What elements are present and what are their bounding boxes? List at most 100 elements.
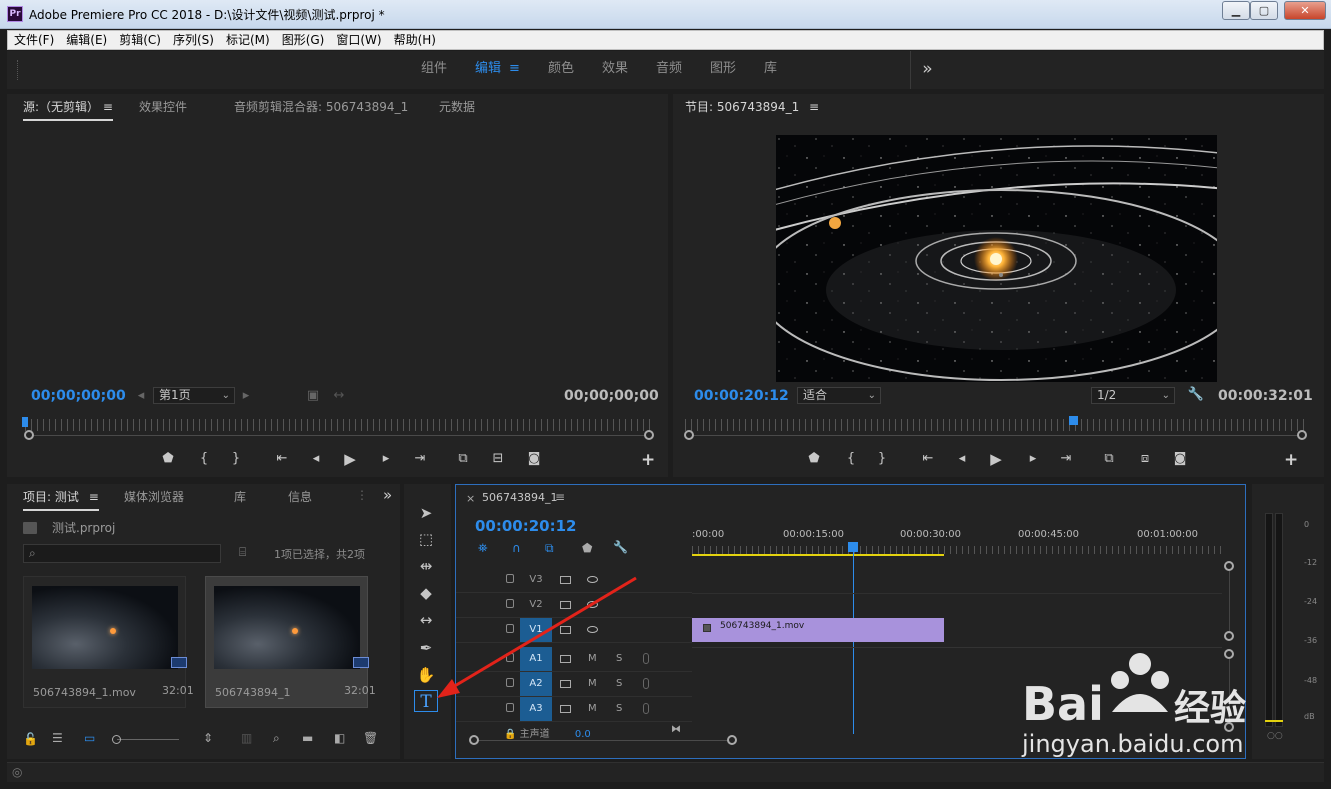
lift-icon[interactable]: ⧉ bbox=[1099, 451, 1119, 466]
eye-icon[interactable] bbox=[587, 601, 598, 608]
microphone-icon[interactable] bbox=[643, 653, 649, 664]
workspace-tab-audio[interactable]: 音频 bbox=[642, 51, 696, 89]
hamburger-menu-icon[interactable]: ≡ bbox=[509, 61, 520, 76]
extract-icon[interactable]: ⧈ bbox=[1135, 451, 1155, 466]
track-a3[interactable]: A3 M S bbox=[456, 697, 692, 722]
sync-lock-icon[interactable] bbox=[560, 705, 571, 713]
pen-tool-icon[interactable]: ✒ bbox=[414, 637, 438, 659]
fit-select[interactable]: 适合 ⌄ bbox=[797, 387, 881, 404]
vertical-scroll-handle[interactable] bbox=[1224, 722, 1234, 732]
track-label[interactable]: V1 bbox=[520, 618, 552, 642]
snap-magnet-icon[interactable]: ∩ bbox=[512, 541, 521, 555]
track-label[interactable]: A1 bbox=[520, 647, 552, 671]
sync-lock-icon[interactable] bbox=[560, 626, 571, 634]
tab-info[interactable]: 信息 bbox=[288, 488, 312, 505]
timeline-playhead-handle[interactable] bbox=[848, 542, 858, 552]
step-forward-icon[interactable]: ▸ bbox=[1023, 451, 1043, 466]
source-zoom-bar[interactable] bbox=[29, 435, 649, 436]
track-v1[interactable]: V1 bbox=[456, 618, 692, 643]
type-tool-icon[interactable]: T bbox=[414, 690, 438, 712]
track-a2[interactable]: A2 M S bbox=[456, 672, 692, 697]
vertical-scroll-handle[interactable] bbox=[1224, 649, 1234, 659]
step-back-icon[interactable]: ◂ bbox=[952, 451, 972, 466]
mark-in-icon[interactable]: { bbox=[841, 451, 861, 466]
linked-selection-icon[interactable]: ⧉ bbox=[545, 541, 554, 556]
drag-grip[interactable] bbox=[17, 60, 19, 80]
insert-clip-icon[interactable]: ⧉ bbox=[453, 451, 473, 466]
program-time-ruler[interactable] bbox=[685, 419, 1305, 431]
vertical-scroll-handle[interactable] bbox=[1224, 631, 1234, 641]
safe-margins-icon[interactable]: ▣ bbox=[303, 388, 323, 403]
step-forward-icon[interactable]: ▸ bbox=[376, 451, 396, 466]
lock-icon[interactable]: 🔓 bbox=[23, 732, 38, 746]
panel-menu-icon[interactable]: ≡ bbox=[555, 490, 565, 504]
prev-page-icon[interactable]: ◂ bbox=[131, 388, 151, 403]
project-search-input[interactable]: ⌕ bbox=[23, 544, 221, 563]
mute-button[interactable]: M bbox=[588, 647, 597, 671]
sync-lock-icon[interactable] bbox=[560, 576, 571, 584]
insert-icon[interactable]: ↔ bbox=[329, 388, 349, 403]
button-editor-plus-icon[interactable]: + bbox=[1284, 450, 1298, 470]
add-marker-icon[interactable]: ⬟ bbox=[582, 541, 592, 555]
thumbnail-size-slider[interactable] bbox=[117, 739, 179, 740]
go-to-in-icon[interactable]: ⇤ bbox=[918, 451, 938, 466]
play-icon[interactable]: ▶ bbox=[986, 450, 1006, 468]
menu-clip[interactable]: 剪辑(C) bbox=[113, 31, 167, 49]
eye-icon[interactable] bbox=[587, 626, 598, 633]
tab-libraries[interactable]: 库 bbox=[234, 488, 246, 505]
zoom-start-handle[interactable] bbox=[469, 735, 479, 745]
mute-button[interactable]: M bbox=[588, 697, 597, 721]
sync-lock-icon[interactable] bbox=[560, 655, 571, 663]
window-title-bar[interactable]: Pr Adobe Premiere Pro CC 2018 - D:\设计文件\… bbox=[0, 0, 1331, 29]
source-playhead[interactable] bbox=[22, 417, 28, 427]
track-label[interactable]: V3 bbox=[520, 568, 552, 592]
add-marker-icon[interactable]: ⬟ bbox=[158, 451, 178, 466]
sync-lock-icon[interactable] bbox=[560, 680, 571, 688]
eye-icon[interactable] bbox=[587, 576, 598, 583]
tab-audio-clip-mixer[interactable]: 音频剪辑混合器: 506743894_1 bbox=[234, 98, 408, 115]
export-frame-icon[interactable]: ◙ bbox=[1170, 451, 1190, 466]
video-clip[interactable]: 506743894_1.mov bbox=[692, 618, 944, 642]
add-marker-icon[interactable]: ⬟ bbox=[804, 451, 824, 466]
maximize-button[interactable]: ▢ bbox=[1250, 1, 1278, 20]
button-editor-plus-icon[interactable]: + bbox=[641, 450, 655, 470]
source-zoom-end-handle[interactable] bbox=[644, 430, 654, 440]
project-item[interactable]: 506743894_1.mov 32:01 bbox=[23, 576, 194, 708]
track-v3[interactable]: V3 bbox=[456, 568, 692, 593]
menu-sequence[interactable]: 序列(S) bbox=[167, 31, 220, 49]
workspace-tab-editing[interactable]: 编辑 ≡ bbox=[461, 51, 534, 89]
track-select-tool-icon[interactable]: ⬚ bbox=[414, 528, 438, 550]
resolution-select[interactable]: 1/2 ⌄ bbox=[1091, 387, 1175, 404]
tab-project[interactable]: 项目: 测试 ≡ bbox=[23, 488, 99, 511]
sync-lock-icon[interactable] bbox=[560, 601, 571, 609]
track-v2[interactable]: V2 bbox=[456, 593, 692, 618]
menu-file[interactable]: 文件(F) bbox=[8, 31, 60, 49]
lock-icon[interactable]: 🔒 bbox=[504, 729, 516, 740]
trash-icon[interactable]: 🗑 bbox=[363, 731, 378, 745]
list-view-icon[interactable]: ☰ bbox=[52, 731, 63, 745]
ripple-edit-tool-icon[interactable]: ⇹ bbox=[414, 555, 438, 577]
solo-button[interactable]: S bbox=[616, 672, 622, 696]
nest-toggle-icon[interactable]: ⛯ bbox=[478, 541, 488, 556]
menu-graphics[interactable]: 图形(G) bbox=[276, 31, 331, 49]
find-bin-icon[interactable]: ⌸ bbox=[239, 545, 246, 560]
mute-button[interactable]: M bbox=[588, 672, 597, 696]
lock-icon[interactable] bbox=[506, 703, 514, 712]
workspace-more-button[interactable]: » bbox=[910, 51, 944, 89]
track-label[interactable]: V2 bbox=[520, 593, 552, 617]
track-label[interactable]: A3 bbox=[520, 697, 552, 721]
workspace-tab-color[interactable]: 颜色 bbox=[534, 51, 588, 89]
program-playhead[interactable] bbox=[1068, 416, 1078, 425]
overwrite-clip-icon[interactable]: ⊟ bbox=[488, 451, 508, 466]
workspace-tab-effects[interactable]: 效果 bbox=[588, 51, 642, 89]
selection-tool-icon[interactable]: ➤ bbox=[414, 502, 438, 524]
tab-metadata[interactable]: 元数据 bbox=[439, 98, 475, 115]
solo-meter-buttons-icon[interactable]: ○○ bbox=[1267, 731, 1283, 741]
source-time-ruler[interactable] bbox=[25, 419, 652, 431]
program-zoom-end-handle[interactable] bbox=[1297, 430, 1307, 440]
tab-source[interactable]: 源:（无剪辑） ≡ bbox=[23, 98, 113, 121]
program-video-frame[interactable] bbox=[776, 135, 1217, 382]
work-area-bar[interactable] bbox=[692, 554, 944, 556]
menu-help[interactable]: 帮助(H) bbox=[388, 31, 442, 49]
panel-menu-icon[interactable]: ≡ bbox=[89, 490, 99, 504]
